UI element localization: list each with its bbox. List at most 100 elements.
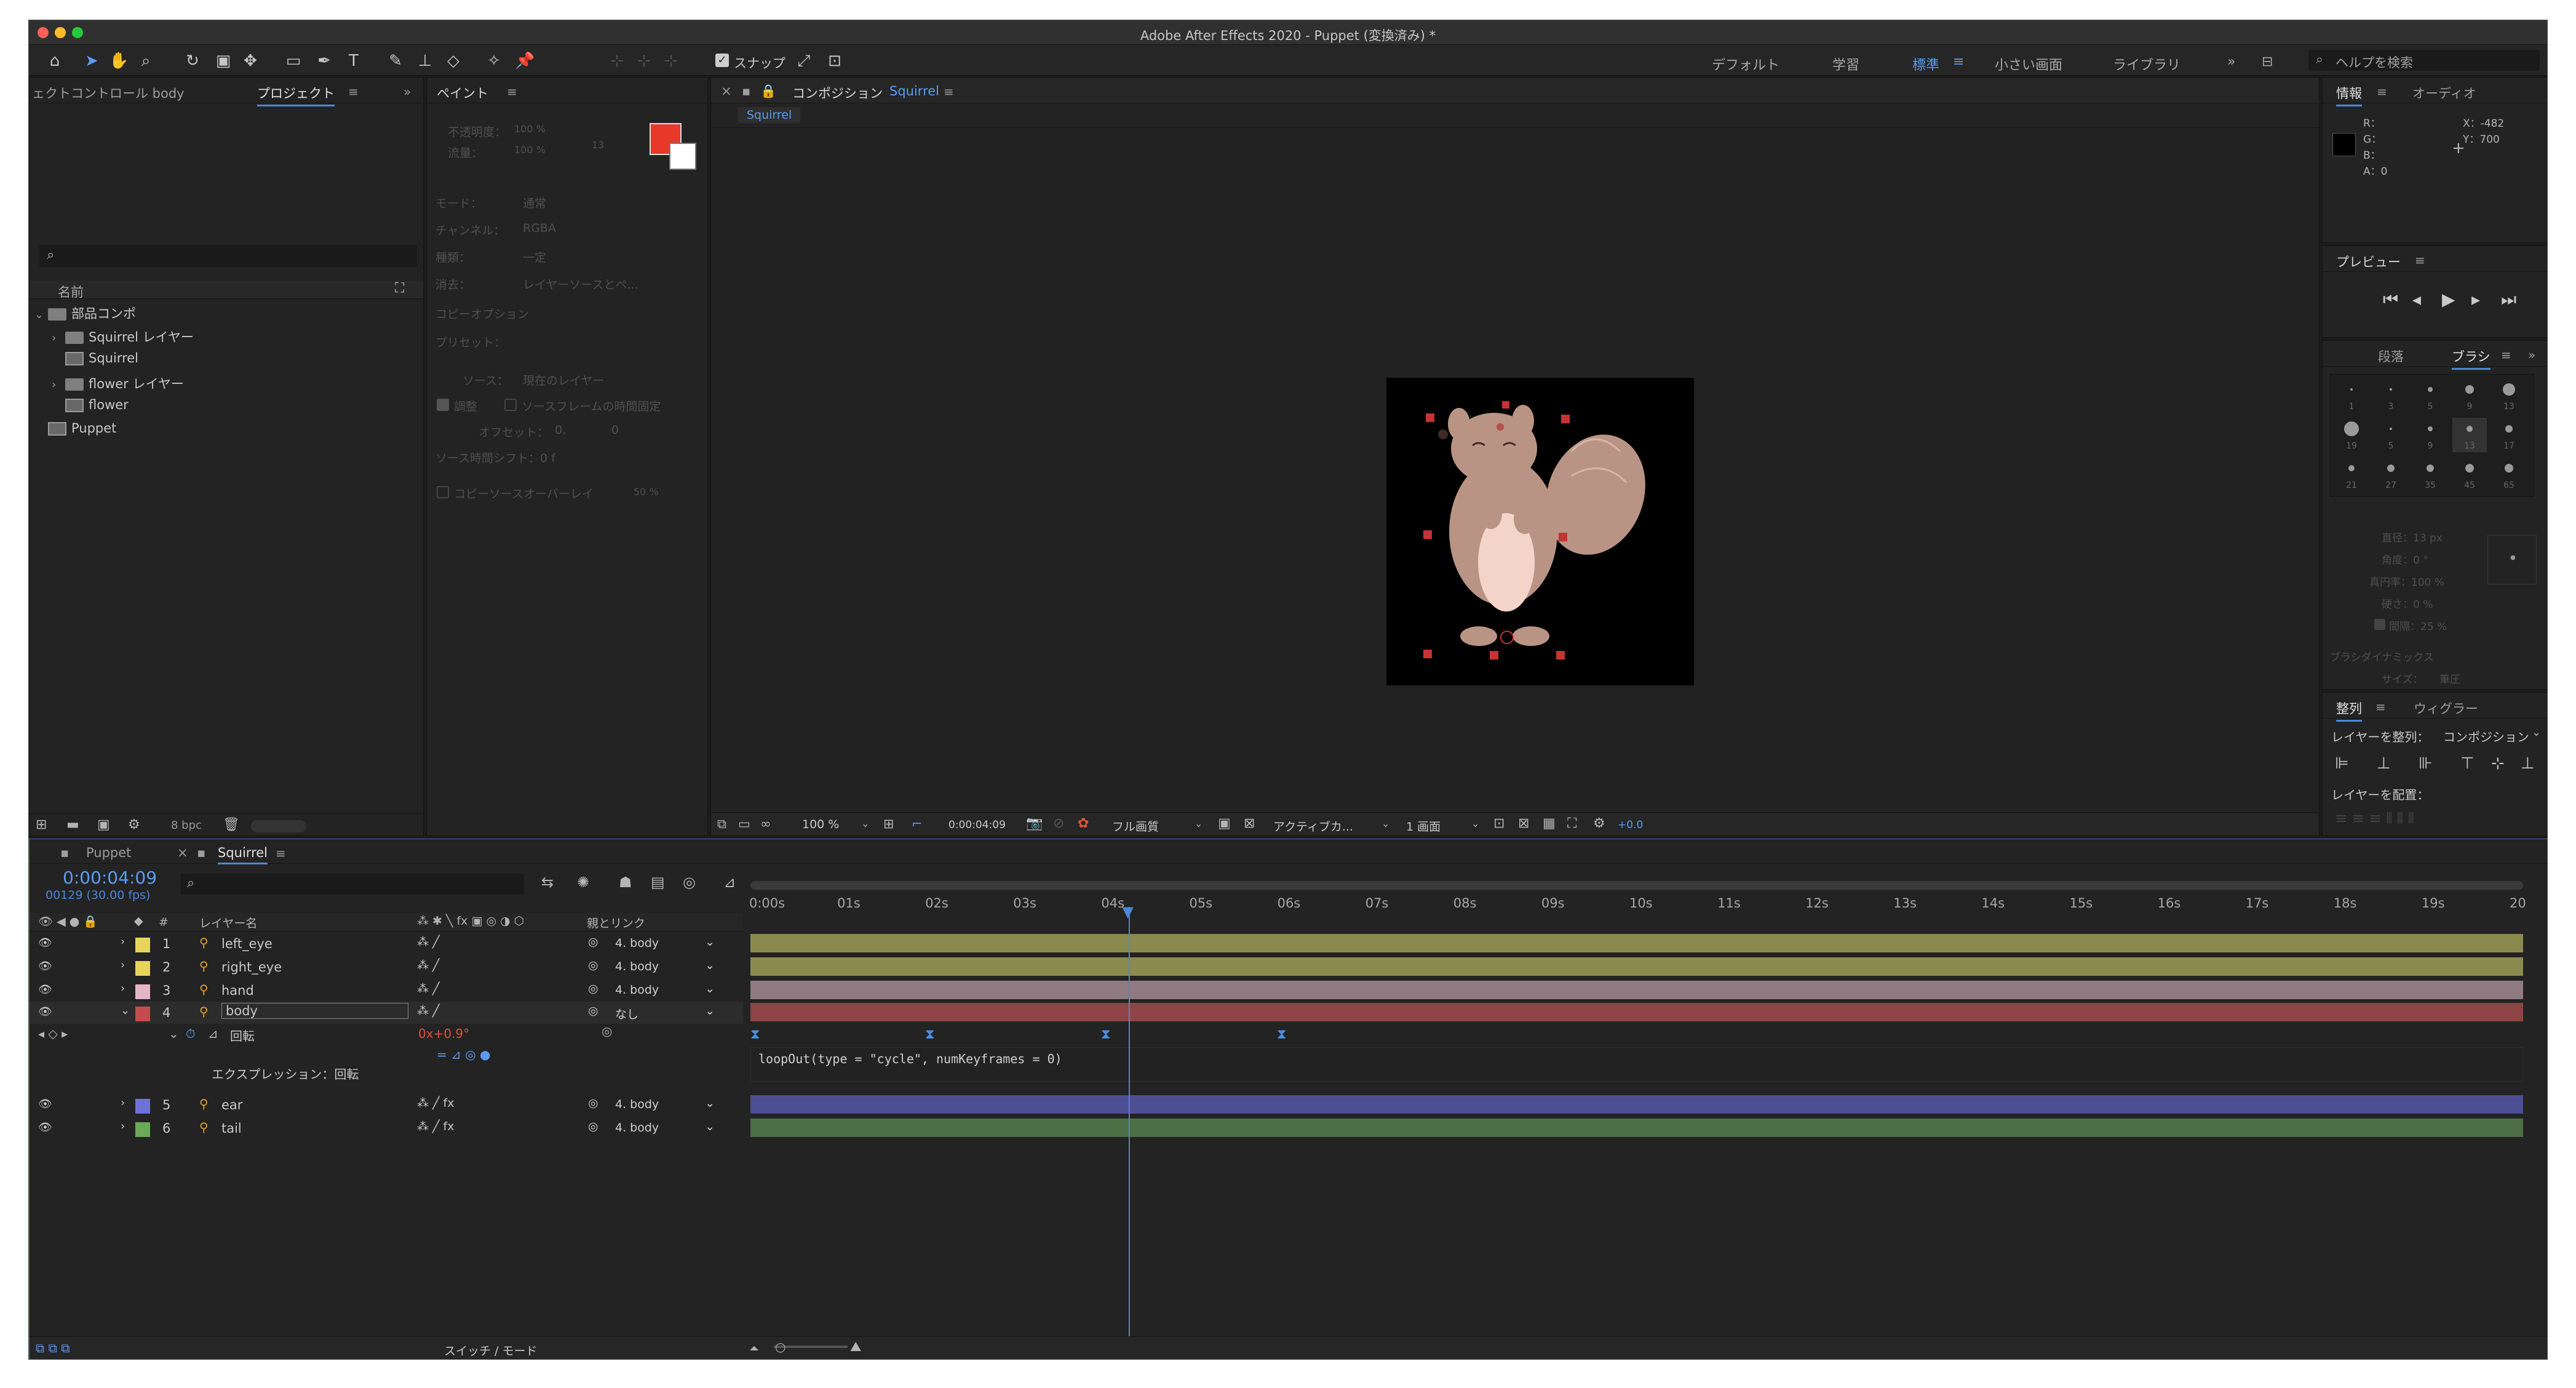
layer-label-color[interactable] xyxy=(135,984,150,999)
layer-label-color[interactable] xyxy=(135,1007,150,1021)
layer-label-color[interactable] xyxy=(135,938,150,952)
layer-row[interactable]: 👁 › 5 ⚲ ear ⁂ ╱ fx ◎ 4. body ⌄ xyxy=(30,1094,743,1116)
chevron-right-icon[interactable]: › xyxy=(121,959,125,971)
brush-diameter[interactable]: 直径：13 px xyxy=(2382,529,2443,544)
offset-y[interactable]: 0 xyxy=(611,423,619,437)
text-tool-icon[interactable]: T xyxy=(344,51,364,71)
resolution-select[interactable]: フル画質 xyxy=(1112,818,1159,834)
keyframe-icon[interactable]: ⧗ xyxy=(750,1028,760,1042)
workspace-standard[interactable]: 標準 xyxy=(1912,54,1939,74)
axis-view-icon[interactable]: ⊹ xyxy=(661,51,681,71)
layer-switches[interactable]: ⁂ ╱ xyxy=(417,935,439,949)
project-search-input[interactable]: ⌕ xyxy=(39,245,417,267)
layer-row[interactable]: 👁 › 3 ⚲ hand ⁂ ╱ ◎ 4. body ⌄ xyxy=(30,979,743,1002)
pickwhip-icon[interactable]: ◎ xyxy=(602,1024,612,1039)
brush-tip[interactable]: 45 xyxy=(2452,457,2487,492)
layer-duration-bar[interactable] xyxy=(750,934,2523,952)
zoom-slider-handle[interactable]: ○ xyxy=(775,1339,785,1354)
layer-duration-bar[interactable] xyxy=(750,1119,2523,1137)
workspace-edit-icon[interactable]: ⊟ xyxy=(2262,54,2273,70)
eye-icon[interactable]: 👁 xyxy=(38,1098,52,1111)
expression-code[interactable]: loopOut(type = "cycle", numKeyframes = 0… xyxy=(758,1051,1062,1066)
flowchart-icon[interactable]: ⛶ xyxy=(395,281,404,296)
shy-layers-icon[interactable]: ☗ xyxy=(619,874,632,891)
keyframe-icon[interactable]: ⧗ xyxy=(1277,1028,1287,1042)
graph-editor-icon[interactable]: ⊿ xyxy=(723,874,736,891)
brush-angle[interactable]: 角度：0 ° xyxy=(2382,551,2428,567)
layer-search-input[interactable]: ⌕ xyxy=(181,874,524,895)
parent-pickwhip-icon[interactable]: ◎ xyxy=(588,935,598,949)
new-comp-icon[interactable]: ▣ xyxy=(97,817,110,832)
brush-tip[interactable]: 19 xyxy=(2334,418,2369,452)
exposure-value[interactable]: +0.0 xyxy=(1618,819,1643,831)
project-settings-icon[interactable]: ⚙ xyxy=(128,817,140,832)
parent-select[interactable]: なし ⌄ xyxy=(611,1003,720,1021)
align-bottom-icon[interactable]: ⊥ xyxy=(2521,754,2535,773)
toggle-pixel-aspect-icon[interactable]: ⊡ xyxy=(1493,816,1505,831)
keyframe-navigator-icon[interactable]: ◂ ◇ ▸ xyxy=(38,1026,68,1041)
layer-switches-toggle-icon[interactable]: ⧉ ⧉ ⧉ xyxy=(36,1341,70,1355)
bpc-label[interactable]: 8 bpc xyxy=(171,819,202,832)
project-item[interactable]: Squirrel xyxy=(52,351,138,372)
time-ruler[interactable]: 0:00s 01s 02s 03s 04s 05s 06s 07s 08s 09s 10s 11s 12… xyxy=(743,864,2547,931)
layer-name[interactable]: right_eye xyxy=(221,960,282,975)
chevron-down-icon[interactable]: ⌄ xyxy=(1195,818,1203,829)
align-top-icon[interactable]: ⊤ xyxy=(2460,754,2475,773)
offset-x[interactable]: 0, xyxy=(555,423,566,437)
parent-pickwhip-icon[interactable]: ◎ xyxy=(588,959,598,972)
brush-tip[interactable]: 35 xyxy=(2413,457,2447,492)
chevron-down-icon[interactable]: ⌄ xyxy=(2532,726,2541,739)
pen-tool-icon[interactable]: ✒ xyxy=(314,51,334,71)
rotate-tool-icon[interactable]: ↻ xyxy=(183,51,202,71)
motion-blur-icon[interactable]: ◎ xyxy=(683,874,696,891)
snap-options-icon[interactable]: ⤢ xyxy=(794,51,814,71)
eye-icon[interactable]: 👁 xyxy=(38,1121,52,1134)
project-item[interactable]: › flower レイヤー xyxy=(52,374,184,395)
overlay-value[interactable]: 50 % xyxy=(634,486,659,498)
align-vcenter-icon[interactable]: ⊹ xyxy=(2491,754,2505,773)
zoom-out-icon[interactable]: ⏶ xyxy=(749,1341,759,1355)
layer-duration-bar[interactable] xyxy=(750,1095,2523,1114)
snap-checkbox[interactable]: ✓ xyxy=(715,54,729,67)
previous-frame-icon[interactable]: ◂ xyxy=(2412,289,2421,309)
comp-tab-name[interactable]: Squirrel xyxy=(889,84,939,98)
align-menu-icon[interactable]: ≡ xyxy=(2375,700,2386,714)
mask-path-icon[interactable]: ⌐ xyxy=(912,816,923,831)
align-to-select[interactable]: コンポジション xyxy=(2443,727,2529,745)
work-area-bar[interactable] xyxy=(750,881,2523,890)
layer-switches[interactable]: ⁂ ╱ fx xyxy=(417,1120,454,1133)
eye-icon[interactable]: 👁 xyxy=(38,1005,52,1018)
label-column-icon[interactable]: ◆ xyxy=(134,914,143,928)
pan-behind-tool-icon[interactable]: ✥ xyxy=(241,51,260,71)
panel-overflow-icon[interactable]: » xyxy=(403,84,411,99)
keyframe-icon[interactable]: ⧗ xyxy=(1101,1028,1111,1042)
always-preview-icon[interactable]: ⧉ xyxy=(717,816,726,832)
brush-tip[interactable]: 65 xyxy=(2492,457,2526,492)
parent-select[interactable]: 4. body ⌄ xyxy=(611,1119,720,1137)
expression-editor[interactable]: loopOut(type = "cycle", numKeyframes = 0… xyxy=(750,1047,2523,1082)
paint-field-value[interactable]: 100 % xyxy=(514,144,546,156)
new-folder-icon[interactable]: ▬ xyxy=(66,817,79,832)
brush-tip[interactable]: 1 xyxy=(2334,378,2369,413)
brush-tip[interactable]: 17 xyxy=(2492,418,2526,452)
source-select[interactable]: 現在のレイヤー xyxy=(523,372,604,388)
column-layer-name[interactable]: レイヤー名 xyxy=(199,914,257,931)
brush-tip[interactable]: 27 xyxy=(2374,457,2408,492)
show-snapshot-icon[interactable]: ⊘ xyxy=(1053,816,1064,831)
tab-align[interactable]: 整列 xyxy=(2336,699,2362,722)
layer-name[interactable]: hand xyxy=(221,983,254,998)
project-item[interactable]: › Squirrel レイヤー xyxy=(52,327,194,348)
playhead-handle-icon[interactable]: ▼ xyxy=(1122,903,1137,920)
layer-name[interactable]: body xyxy=(221,1003,408,1019)
brush-spacing[interactable]: 間隔：25 % xyxy=(2389,618,2447,633)
eye-icon[interactable]: 👁 xyxy=(38,960,52,973)
tab-project[interactable]: プロジェクト xyxy=(257,84,335,106)
tab-preview[interactable]: プレビュー xyxy=(2336,252,2401,271)
project-item[interactable]: flower xyxy=(52,397,129,418)
eye-icon[interactable]: 👁 xyxy=(38,936,52,949)
paint-menu-icon[interactable]: ≡ xyxy=(507,84,517,99)
align-hcenter-icon[interactable]: ⊥ xyxy=(2377,754,2391,773)
camera-tool-icon[interactable]: ▣ xyxy=(213,51,233,71)
chevron-right-icon[interactable]: › xyxy=(52,332,65,345)
tab-paint[interactable]: ペイント xyxy=(437,84,488,102)
